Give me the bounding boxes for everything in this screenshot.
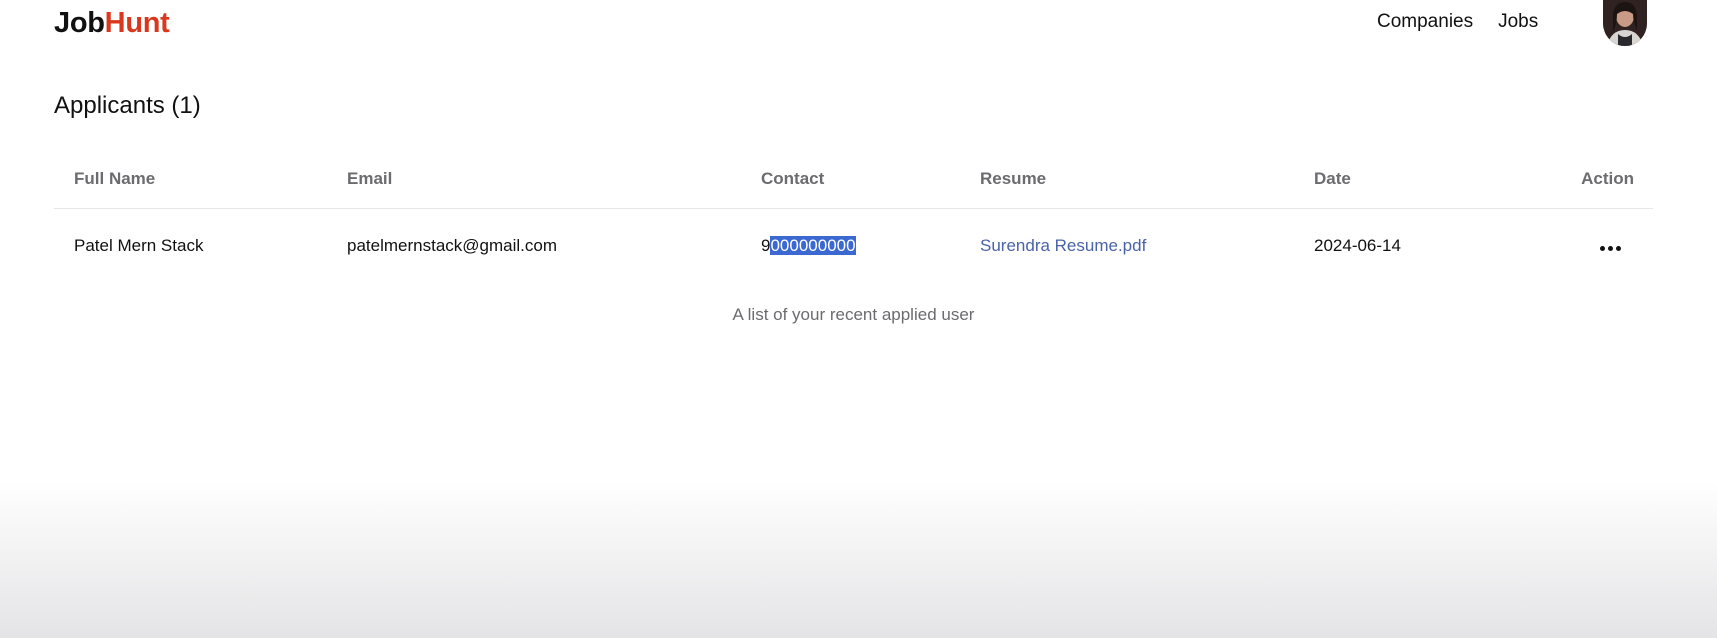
header-resume: Resume (960, 150, 1294, 209)
user-avatar-icon (1603, 0, 1647, 46)
header-full-name: Full Name (54, 150, 327, 209)
dot (1616, 246, 1621, 252)
dot (1600, 246, 1605, 252)
table-body: Patel Mern Stack patelmernstack@gmail.co… (54, 208, 1653, 284)
cell-contact: 9000000000 (741, 208, 960, 284)
logo[interactable]: Job Hunt (54, 7, 170, 40)
avatar[interactable] (1603, 0, 1647, 46)
cell-resume: Surendra Resume.pdf (960, 208, 1294, 284)
header-email: Email (327, 150, 741, 209)
header-action: Action (1503, 150, 1653, 209)
table-caption: A list of your recent applied user (732, 305, 975, 324)
cell-email: patelmernstack@gmail.com (347, 236, 557, 256)
contact-selected-text: 000000000 (770, 236, 856, 256)
navbar: Job Hunt Companies Jobs (0, 0, 1717, 48)
table-header-row: Full Name Email Contact Resume Date Acti… (54, 150, 1653, 209)
header-contact: Contact (741, 150, 960, 209)
applicants-table-wrapper: Full Name Email Contact Resume Date Acti… (54, 150, 1653, 284)
table-header: Full Name Email Contact Resume Date Acti… (54, 150, 1653, 209)
cell-date: 2024-06-14 (1314, 236, 1401, 256)
resume-link[interactable]: Surendra Resume.pdf (980, 236, 1146, 255)
dot (1608, 246, 1613, 252)
logo-job: Job (54, 7, 105, 39)
cell-full-name: Patel Mern Stack (74, 236, 204, 256)
header-date: Date (1294, 150, 1503, 209)
nav-link-companies[interactable]: Companies (1377, 11, 1473, 33)
table-row: Patel Mern Stack patelmernstack@gmail.co… (54, 208, 1653, 284)
nav-links: Companies Jobs (1377, 11, 1538, 33)
page-title: Applicants (1) (54, 92, 201, 119)
cell-action (1503, 208, 1653, 284)
applicants-table: Full Name Email Contact Resume Date Acti… (54, 150, 1653, 284)
nav-link-jobs[interactable]: Jobs (1498, 11, 1538, 33)
more-horizontal-icon[interactable] (1600, 242, 1621, 255)
logo-hunt: Hunt (104, 7, 170, 39)
